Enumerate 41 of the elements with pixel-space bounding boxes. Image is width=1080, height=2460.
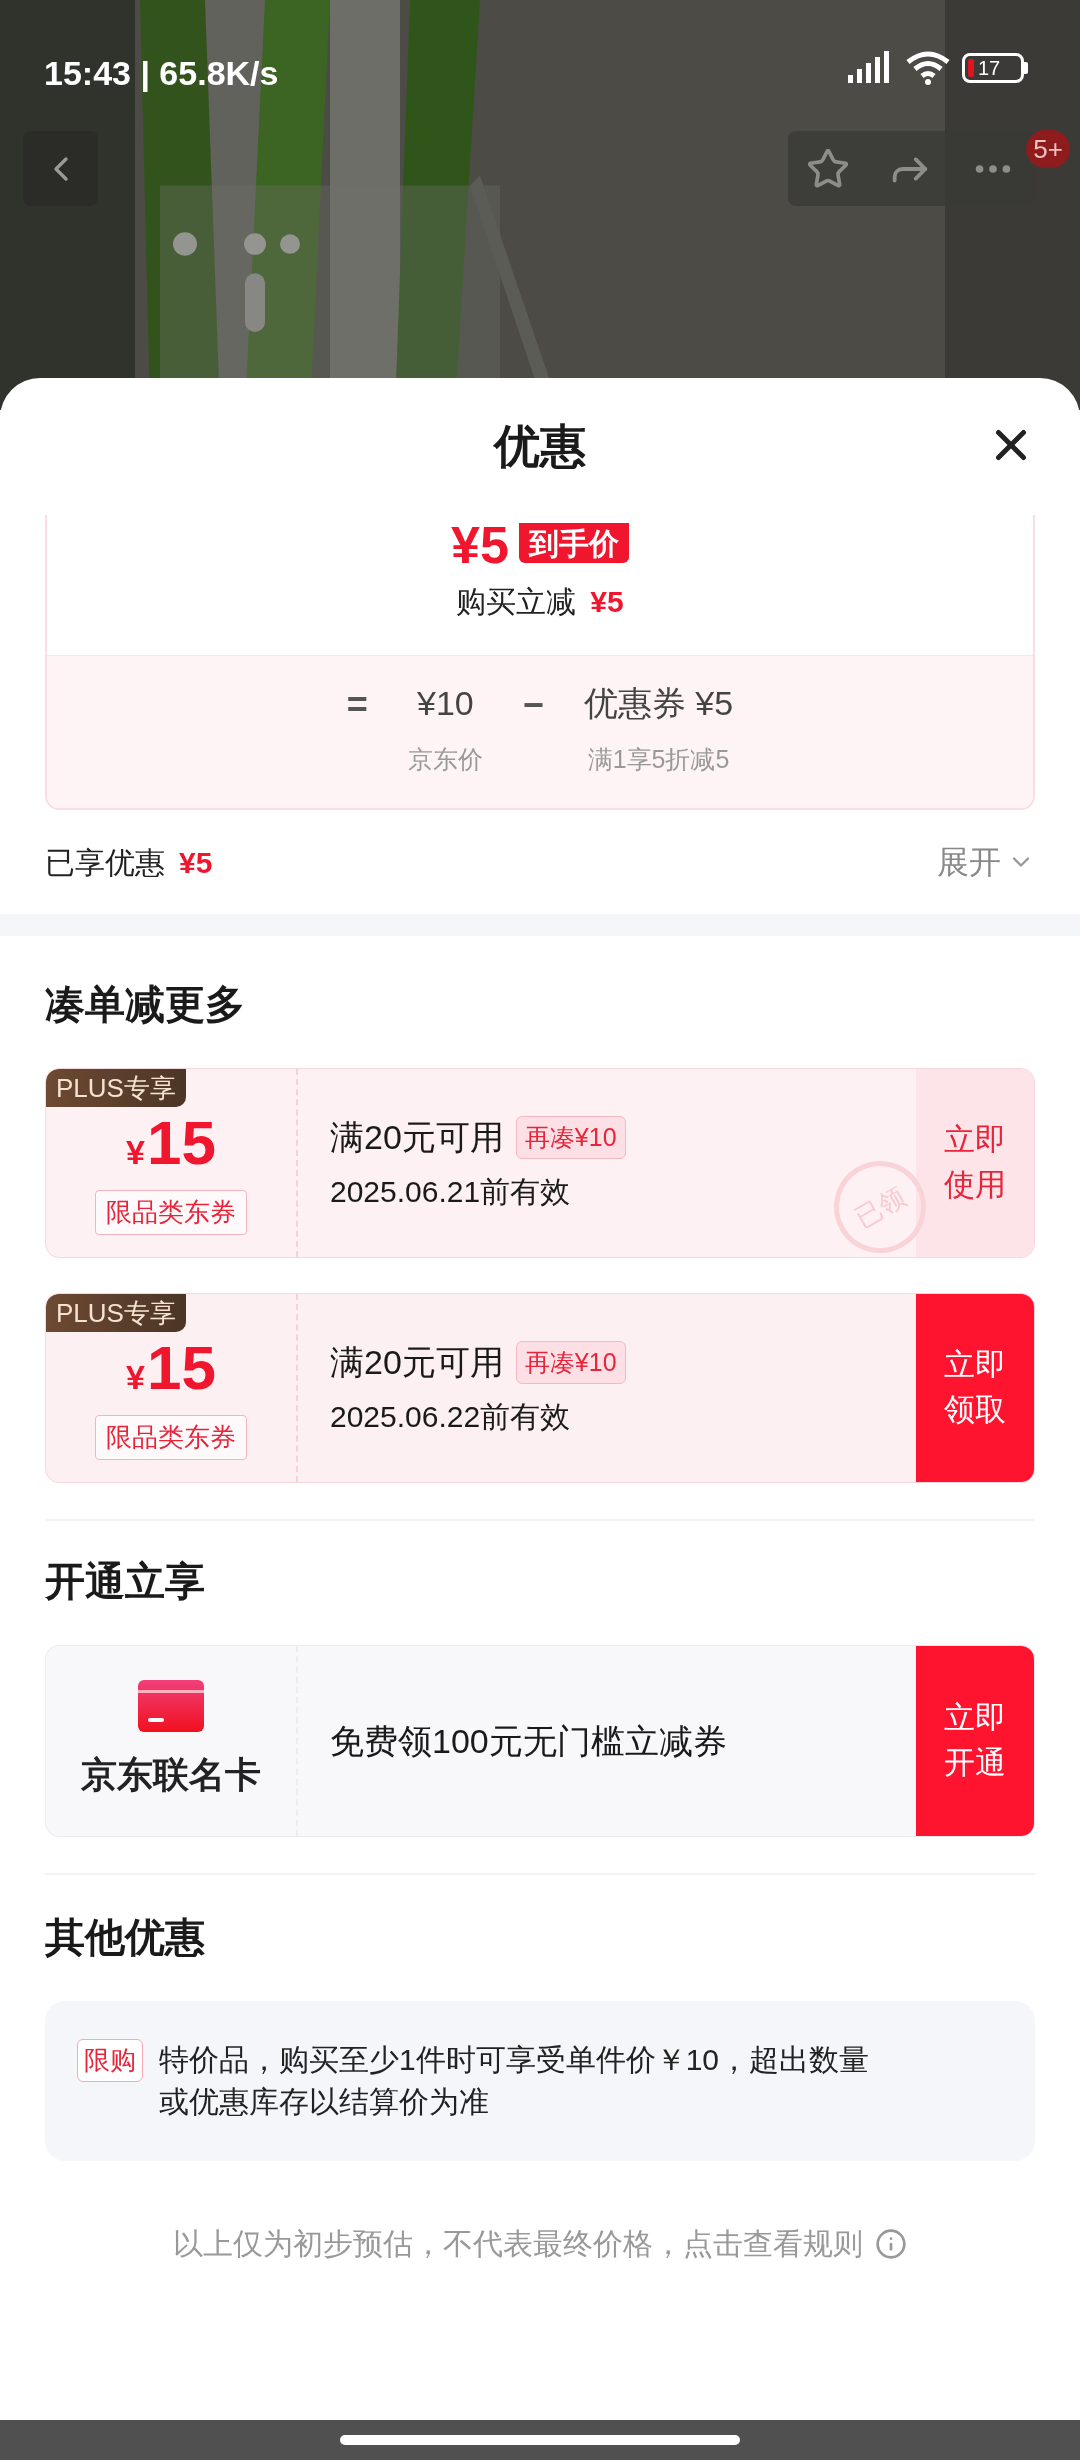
card-name: 京东联名卡 [81, 1753, 261, 1797]
saving-amount: ¥5 [590, 584, 624, 620]
limit-tag: 限购 [77, 2039, 143, 2082]
section-title: 其他优惠 [45, 1914, 206, 1961]
membership-offer: 免费领100元无门槛立减券 [330, 1720, 727, 1762]
coupon-condition: 满20元可用 [330, 1342, 504, 1383]
minus-sign: − [522, 683, 544, 727]
plus-badge: PLUS专享 [46, 1069, 186, 1107]
coupon-condition: 满20元可用 [330, 1117, 504, 1158]
equals-sign: = [346, 683, 368, 727]
credit-card-icon [138, 1680, 204, 1732]
final-price: ¥5 [451, 519, 509, 571]
base-price-label: 京东价 [407, 744, 483, 775]
activate-button[interactable]: 立即开通 [916, 1646, 1034, 1836]
coupon-amount: ¥15 [126, 1336, 216, 1403]
coupon-type: 限品类东券 [95, 1414, 247, 1460]
base-price: ¥10 [417, 683, 474, 724]
plus-badge: PLUS专享 [46, 1294, 186, 1332]
coupon-amount: ¥15 [126, 1111, 216, 1178]
top-up-tag: 再凑¥10 [515, 1115, 626, 1160]
coupon-price: 优惠券 ¥5 [583, 683, 734, 724]
disclaimer-link[interactable]: 以上仅为初步预估，不代表最终价格，点击查看规则 [173, 2221, 863, 2266]
sheet-title: 优惠 [494, 419, 586, 474]
final-price-tag: 到手价 [518, 523, 629, 563]
expand-toggle[interactable]: 展开 [937, 838, 1035, 886]
coupon-price-label: 满1享5折减5 [587, 744, 730, 775]
top-up-tag: 再凑¥10 [515, 1340, 626, 1385]
info-icon[interactable] [875, 2227, 907, 2260]
section-title: 凑单减更多 [45, 981, 246, 1028]
coupon-validity: 2025.06.21前有效 [330, 1174, 571, 1210]
saving-label: 购买立减 [456, 584, 577, 620]
coupon-validity: 2025.06.22前有效 [330, 1399, 571, 1435]
wifi-icon [904, 50, 952, 86]
section-title: 开通立享 [45, 1558, 206, 1605]
coupon-action-button[interactable]: 立即使用 [916, 1069, 1034, 1257]
status-time: 15:43 | 65.8K/s [44, 53, 279, 94]
coupon-type: 限品类东券 [95, 1189, 247, 1235]
coupon-action-button[interactable]: 立即领取 [916, 1294, 1034, 1482]
enjoyed-discount-label: 已享优惠 [45, 844, 165, 881]
notice-text: 特价品，购买至少1件时可享受单件价￥10，超出数量或优惠库存以结算价为准 [159, 2042, 871, 2120]
enjoyed-discount-amount: ¥5 [179, 844, 213, 881]
